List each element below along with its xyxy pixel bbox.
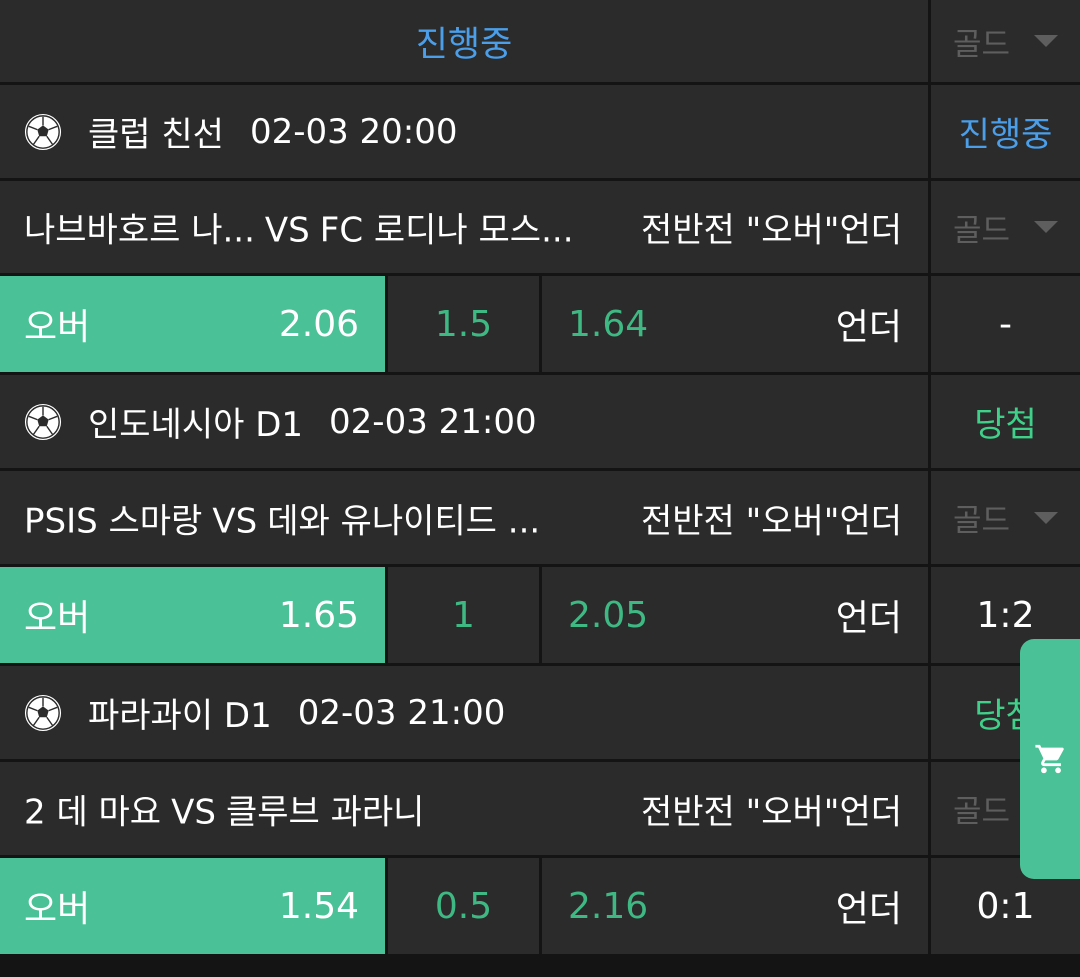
over-label: 오버 [24,889,91,930]
handicap-line: 1 [388,567,539,663]
handicap-line: 1.5 [388,276,539,372]
home-team: PSIS 스마랑 [24,501,203,541]
status-badge: 진행중 [958,115,1053,155]
line-value: 1.5 [434,303,493,345]
gold-label: 골드 [952,794,1011,830]
market-label: 전반전 "오버"언더 [640,501,902,541]
over-odds: 1.65 [278,594,359,636]
away-team: 데와 유나이티드 ... [267,501,541,541]
league-name: 파라과이 D1 [88,696,272,736]
header-status-cell: 진행중 [0,0,928,82]
under-odds: 2.16 [568,885,649,927]
match-teams-row: PSIS 스마랑 VS 데와 유나이티드 ... 전반전 "오버"언더 골드 [0,471,1080,564]
league-name: 인도네시아 D1 [88,405,304,445]
soccer-ball-icon [24,403,62,440]
line-value: 0.5 [434,885,493,927]
match-status-cell: 진행중 [931,85,1080,178]
under-odds: 2.05 [568,594,649,636]
under-label: 언더 [835,307,902,348]
teams-cell: 2 데 마요 VS 클루브 과라니 전반전 "오버"언더 [0,762,928,855]
under-label: 언더 [835,889,902,930]
under-selection[interactable]: 2.05 언더 [542,567,928,663]
gold-label: 골드 [952,212,1011,249]
under-odds: 1.64 [568,303,649,345]
bet-history-page: 진행중 골드 클럽 친선 02-03 20:00 진행중 나브바호르 나... … [0,0,1080,977]
under-selection[interactable]: 1.64 언더 [542,276,928,372]
match-info-cell: 클럽 친선 02-03 20:00 [0,85,928,178]
away-team: FC 로디나 모스... [319,210,574,251]
score-cell: - [931,276,1080,372]
match-teams-row: 나브바호르 나... VS FC 로디나 모스... 전반전 "오버"언더 골드 [0,181,1080,273]
status-badge: 당첨 [974,405,1037,445]
over-odds: 1.54 [278,885,359,927]
away-team: 클루브 과라니 [225,792,425,832]
match-header-row: 파라과이 D1 02-03 21:00 당첨 [0,666,1080,759]
soccer-ball-icon [24,113,62,150]
match-time: 02-03 20:00 [249,111,458,152]
match-time: 02-03 21:00 [329,401,537,442]
under-label: 언더 [835,598,902,639]
teams-cell: 나브바호르 나... VS FC 로디나 모스... 전반전 "오버"언더 [0,181,928,273]
match-header-row: 클럽 친선 02-03 20:00 진행중 [0,85,1080,178]
match-info-cell: 파라과이 D1 02-03 21:00 [0,666,928,759]
odds-row: 오버 1.65 1 2.05 언더 1:2 [0,567,1080,663]
match-time: 02-03 21:00 [297,692,506,733]
odds-row: 오버 2.06 1.5 1.64 언더 - [0,276,1080,372]
over-label: 오버 [24,307,91,348]
match-header-row: 인도네시아 D1 02-03 21:00 당첨 [0,375,1080,468]
market-label: 전반전 "오버"언더 [640,210,902,251]
line-value: 1 [452,594,475,636]
match-teams-row: 2 데 마요 VS 클루브 과라니 전반전 "오버"언더 골드 [0,762,1080,855]
market-label: 전반전 "오버"언더 [640,792,902,832]
over-odds: 2.06 [278,303,359,345]
over-selection[interactable]: 오버 2.06 [0,276,385,372]
gold-label: 골드 [952,26,1011,63]
match-info-cell: 인도네시아 D1 02-03 21:00 [0,375,928,468]
home-team: 2 데 마요 [24,792,162,832]
teams-cell: PSIS 스마랑 VS 데와 유나이티드 ... 전반전 "오버"언더 [0,471,928,564]
league-name: 클럽 친선 [88,115,224,155]
header-title: 진행중 [415,24,513,65]
home-team: 나브바호르 나... [24,210,255,251]
soccer-ball-icon [24,694,62,731]
bet-slip-cart-button[interactable] [1020,639,1080,879]
caret-down-icon [1034,221,1059,233]
caret-down-icon [1034,35,1059,47]
under-selection[interactable]: 2.16 언더 [542,858,928,954]
odds-row: 오버 1.54 0.5 2.16 언더 0:1 [0,858,1080,954]
over-selection[interactable]: 오버 1.65 [0,567,385,663]
gold-dropdown[interactable]: 골드 [931,181,1080,273]
score: 1:2 [976,594,1035,636]
score: 0:1 [976,885,1035,927]
over-selection[interactable]: 오버 1.54 [0,858,385,954]
vs-label: VS [264,210,310,251]
header-gold-dropdown[interactable]: 골드 [931,0,1080,82]
vs-label: VS [171,792,216,832]
gold-dropdown[interactable]: 골드 [931,471,1080,564]
shopping-cart-icon [1035,744,1064,774]
match-status-cell: 당첨 [931,375,1080,468]
vs-label: VS [212,501,258,541]
gold-label: 골드 [952,503,1011,539]
score: - [999,303,1012,345]
header-row: 진행중 골드 [0,0,1080,82]
handicap-line: 0.5 [388,858,539,954]
caret-down-icon [1034,511,1059,524]
over-label: 오버 [24,598,91,639]
